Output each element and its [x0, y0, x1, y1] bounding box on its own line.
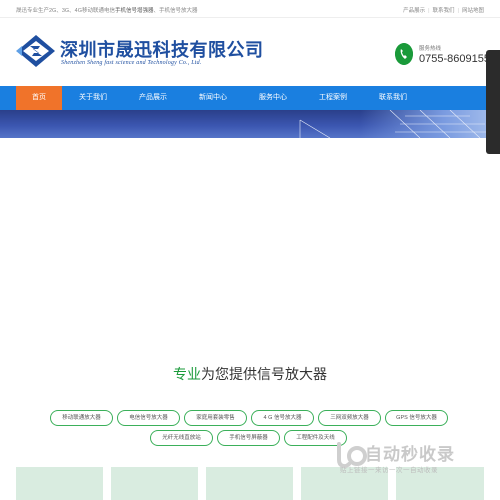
nav-item-news[interactable]: 新闻中心 — [188, 86, 238, 110]
intro-prefix: 晟迅专业生产2G、3G、4G移动联通电信 — [16, 8, 116, 14]
tag-jammer[interactable]: 手机信号屏蔽器 — [217, 430, 280, 446]
divider: | — [457, 8, 459, 14]
product-card[interactable] — [16, 467, 103, 500]
side-float-tab[interactable] — [486, 50, 500, 154]
nav-item-home[interactable]: 首页 — [16, 86, 62, 110]
intro-keyword[interactable]: 手机信号增强器 — [115, 8, 154, 14]
section-title-highlight: 专业 — [173, 366, 201, 382]
main-nav: 首页 关于我们 产品展示 新闻中心 服务中心 工程案例 联系我们 — [0, 86, 500, 110]
tag-mobile-unicom[interactable]: 移动联通放大器 — [50, 410, 113, 426]
watermark-subtitle: 贴上链接一来访一次一自动收录 — [340, 467, 438, 474]
nav-item-contact[interactable]: 联系我们 — [368, 86, 418, 110]
company-name-cn: 深圳市晟迅科技有限公司 — [60, 40, 264, 61]
tag-4g[interactable]: 4 G 信号放大器 — [251, 410, 314, 426]
section-title: 专业为您提供信号放大器 — [0, 364, 500, 384]
product-card[interactable] — [206, 467, 293, 500]
hotline-label: 服务热线 — [419, 46, 442, 52]
product-card[interactable] — [111, 467, 198, 500]
nav-item-about[interactable]: 关于我们 — [68, 86, 118, 110]
divider: | — [428, 8, 430, 14]
phone-icon — [395, 43, 413, 65]
tag-home-kit[interactable]: 家庭用套装零售 — [184, 410, 247, 426]
intro-suffix: 、手机信号放大器 — [153, 8, 198, 14]
banner-graphics — [299, 110, 495, 138]
top-links: 产品展示 | 联系我们 | 网站地图 — [403, 6, 484, 14]
company-logo-icon[interactable] — [16, 34, 56, 68]
top-link-sitemap[interactable]: 网站地图 — [462, 8, 484, 14]
tag-telecom[interactable]: 电信信号放大器 — [117, 410, 180, 426]
tag-tri-band[interactable]: 三网双频放大器 — [318, 410, 381, 426]
nav-item-products[interactable]: 产品展示 — [128, 86, 178, 110]
section-title-rest: 为您提供信号放大器 — [201, 366, 327, 382]
nav-item-service[interactable]: 服务中心 — [248, 86, 298, 110]
nav-item-cases[interactable]: 工程案例 — [308, 86, 358, 110]
top-intro-text: 晟迅专业生产2G、3G、4G移动联通电信手机信号增强器、手机信号放大器 — [16, 6, 198, 14]
tag-gps[interactable]: GPS 信号放大器 — [385, 410, 448, 426]
company-name-en: Shenzhen Sheng fast science and Technolo… — [61, 60, 202, 66]
tag-fiber-repeater[interactable]: 光纤无线直放站 — [150, 430, 213, 446]
hero-banner[interactable] — [0, 110, 500, 138]
watermark-title: 自动秒收录 — [365, 445, 455, 464]
top-link-contact[interactable]: 联系我们 — [433, 8, 455, 14]
top-bar: 晟迅专业生产2G、3G、4G移动联通电信手机信号增强器、手机信号放大器 产品展示… — [0, 0, 500, 18]
page: 晟迅专业生产2G、3G、4G移动联通电信手机信号增强器、手机信号放大器 产品展示… — [0, 0, 500, 500]
top-link-products[interactable]: 产品展示 — [403, 8, 425, 14]
hotline-number: 0755-86091552 — [419, 53, 497, 65]
